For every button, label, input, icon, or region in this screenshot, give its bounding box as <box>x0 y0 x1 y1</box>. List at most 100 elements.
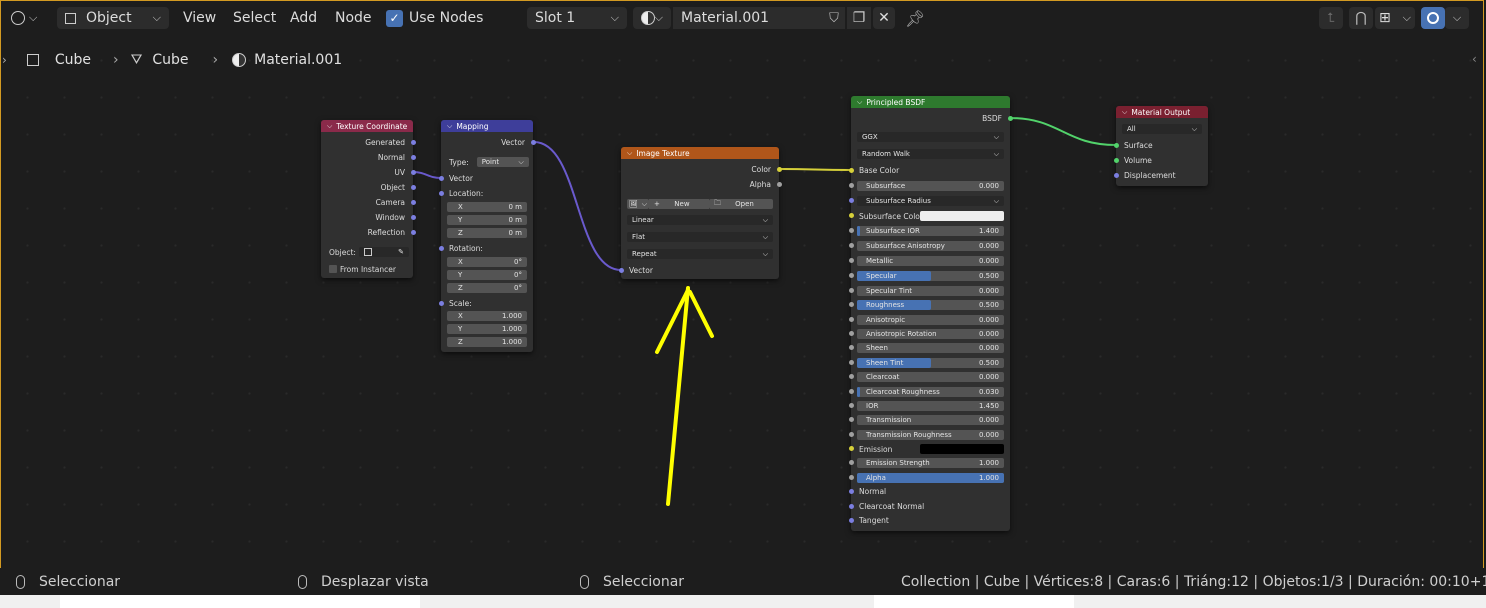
image-texture-node[interactable]: ⌵ Image Texture Color Alpha 🖼︎ ⌵ + New 🗀 Ope… <box>618 147 782 279</box>
bsdf-slider[interactable]: Transmission Roughness 0.000 <box>857 430 1004 440</box>
socket[interactable] <box>410 139 416 145</box>
socket[interactable] <box>848 517 854 523</box>
node-header[interactable]: ⌵ Image Texture <box>621 147 779 159</box>
collapse-icon[interactable]: ⌵ <box>327 122 332 131</box>
socket[interactable] <box>1113 157 1119 163</box>
socket[interactable] <box>776 166 782 172</box>
scale-z-field[interactable]: Z 1.000 <box>447 337 527 347</box>
color-swatch[interactable] <box>920 211 1004 221</box>
bsdf-slider[interactable]: Transmission 0.000 <box>857 415 1004 425</box>
node-header[interactable]: ⌵ Texture Coordinate <box>321 120 413 132</box>
taskbar-item[interactable] <box>874 595 1074 608</box>
socket[interactable] <box>438 245 444 251</box>
location-x-field[interactable]: X 0 m <box>447 202 527 212</box>
socket[interactable] <box>848 402 854 408</box>
socket[interactable] <box>848 197 854 203</box>
browse-image-button[interactable]: 🖼︎ ⌵ <box>627 199 649 209</box>
bsdf-slider[interactable]: Specular Tint 0.000 <box>857 286 1004 296</box>
color-swatch[interactable] <box>920 444 1004 454</box>
bsdf-slider[interactable]: Roughness 0.500 <box>857 300 1004 310</box>
socket[interactable] <box>848 287 854 293</box>
material-output-node[interactable]: ⌵ Material Output All ⌵ Surface Volume Dis… <box>1113 106 1208 186</box>
mapping-node[interactable]: ⌵ Mapping Vector Type: Point ⌵ Vector Loca… <box>438 120 536 352</box>
socket[interactable] <box>438 175 444 181</box>
rotation-z-field[interactable]: Z 0° <box>447 283 527 293</box>
socket[interactable] <box>1007 115 1013 121</box>
bsdf-slider[interactable]: Sheen 0.000 <box>857 343 1004 353</box>
collapse-icon[interactable]: ⌵ <box>857 98 862 107</box>
bsdf-slider[interactable]: Subsurface IOR 1.400 <box>857 226 1004 236</box>
projection-dropdown[interactable]: Flat ⌵ <box>627 232 773 242</box>
eyedropper-icon[interactable]: ✎ <box>398 248 404 256</box>
collapse-icon[interactable]: ⌵ <box>627 149 632 158</box>
distribution-dropdown[interactable]: GGX ⌵ <box>857 132 1004 142</box>
socket[interactable] <box>848 257 854 263</box>
socket[interactable] <box>438 300 444 306</box>
node-header[interactable]: ⌵ Principled BSDF <box>851 96 1010 108</box>
socket[interactable] <box>848 330 854 336</box>
socket[interactable] <box>848 388 854 394</box>
socket[interactable] <box>848 431 854 437</box>
location-z-field[interactable]: Z 0 m <box>447 228 527 238</box>
object-picker-field[interactable]: ✎ <box>358 247 409 257</box>
scale-x-field[interactable]: X 1.000 <box>447 311 527 321</box>
rotation-y-field[interactable]: Y 0° <box>447 270 527 280</box>
bsdf-slider[interactable]: Clearcoat Roughness 0.030 <box>857 387 1004 397</box>
extension-dropdown[interactable]: Repeat ⌵ <box>627 249 773 259</box>
socket[interactable] <box>848 488 854 494</box>
socket[interactable] <box>410 184 416 190</box>
socket[interactable] <box>848 272 854 278</box>
node-header[interactable]: ⌵ Material Output <box>1116 106 1208 118</box>
open-image-button[interactable]: 🗀 Open <box>709 199 773 209</box>
socket[interactable] <box>848 316 854 322</box>
bsdf-slider[interactable]: Alpha 1.000 <box>857 473 1004 483</box>
socket[interactable] <box>848 227 854 233</box>
collapse-icon[interactable]: ⌵ <box>1122 108 1127 117</box>
texture-coordinate-node[interactable]: ⌵ Texture Coordinate Generated Normal UV … <box>321 120 416 278</box>
socket[interactable] <box>848 503 854 509</box>
socket[interactable] <box>410 169 416 175</box>
principled-bsdf-node[interactable]: ⌵ Principled BSDF BSDF GGX ⌵ Random Walk ⌵ … <box>848 96 1013 531</box>
bsdf-slider[interactable]: Anisotropic 0.000 <box>857 315 1004 325</box>
bsdf-dropdown[interactable]: Subsurface Radius ⌵ <box>857 196 1004 206</box>
rotation-x-field[interactable]: X 0° <box>447 257 527 267</box>
bsdf-slider[interactable]: Clearcoat 0.000 <box>857 372 1004 382</box>
socket[interactable] <box>848 359 854 365</box>
socket[interactable] <box>410 199 416 205</box>
new-image-button[interactable]: + New <box>649 199 709 209</box>
bsdf-slider[interactable]: Specular 0.500 <box>857 271 1004 281</box>
socket[interactable] <box>776 181 782 187</box>
type-dropdown[interactable]: Point ⌵ <box>476 157 529 167</box>
socket[interactable] <box>848 459 854 465</box>
bsdf-slider[interactable]: Metallic 0.000 <box>857 256 1004 266</box>
collapse-icon[interactable]: ⌵ <box>447 122 452 131</box>
socket[interactable] <box>848 344 854 350</box>
socket[interactable] <box>848 167 854 173</box>
taskbar-item[interactable] <box>60 595 420 608</box>
subsurface-method-dropdown[interactable]: Random Walk ⌵ <box>857 149 1004 159</box>
socket[interactable] <box>1113 172 1119 178</box>
socket[interactable] <box>410 229 416 235</box>
from-instancer-checkbox[interactable]: From Instancer <box>321 263 413 275</box>
bsdf-slider[interactable]: Subsurface Anisotropy 0.000 <box>857 241 1004 251</box>
socket[interactable] <box>848 242 854 248</box>
target-dropdown[interactable]: All ⌵ <box>1122 124 1202 134</box>
socket[interactable] <box>848 182 854 188</box>
socket[interactable] <box>848 416 854 422</box>
socket[interactable] <box>1113 142 1119 148</box>
interpolation-dropdown[interactable]: Linear ⌵ <box>627 215 773 225</box>
bsdf-slider[interactable]: IOR 1.450 <box>857 401 1004 411</box>
socket[interactable] <box>410 154 416 160</box>
socket[interactable] <box>410 214 416 220</box>
socket[interactable] <box>530 139 536 145</box>
bsdf-slider[interactable]: Anisotropic Rotation 0.000 <box>857 329 1004 339</box>
scale-y-field[interactable]: Y 1.000 <box>447 324 527 334</box>
location-y-field[interactable]: Y 0 m <box>447 215 527 225</box>
socket[interactable] <box>438 190 444 196</box>
node-header[interactable]: ⌵ Mapping <box>441 120 533 132</box>
socket[interactable] <box>848 301 854 307</box>
bsdf-slider[interactable]: Emission Strength 1.000 <box>857 458 1004 468</box>
socket[interactable] <box>618 267 624 273</box>
socket[interactable] <box>848 474 854 480</box>
bsdf-slider[interactable]: Sheen Tint 0.500 <box>857 358 1004 368</box>
